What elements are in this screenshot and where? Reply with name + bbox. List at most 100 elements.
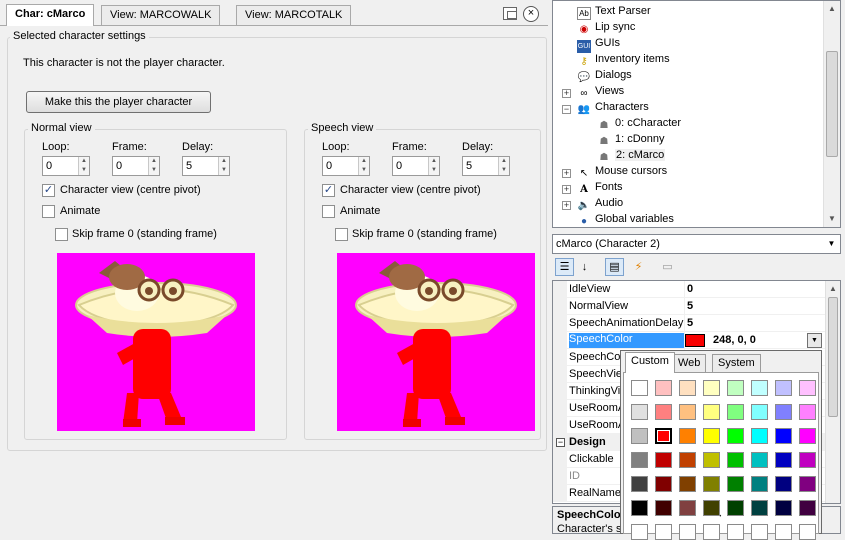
spin-down-icon[interactable]: ▼ (218, 166, 229, 175)
property-row-speechcolor[interactable]: SpeechColor 248, 0, 0 ▼ (553, 332, 825, 349)
make-player-character-button[interactable]: Make this the player character (26, 91, 211, 113)
properties-view-icon[interactable]: ▤ (605, 258, 624, 276)
spin-up-icon[interactable]: ▲ (218, 157, 229, 166)
property-value[interactable]: 5 (687, 300, 693, 312)
color-swatch[interactable] (751, 500, 768, 516)
expand-icon[interactable]: + (562, 201, 571, 210)
color-swatch[interactable] (775, 428, 792, 444)
color-swatch[interactable] (751, 428, 768, 444)
tree-item-views[interactable]: ∞ Views (577, 85, 624, 101)
color-swatch[interactable] (727, 428, 744, 444)
tree-item-text-parser[interactable]: Ab Text Parser (577, 5, 651, 21)
property-row-normalview[interactable]: NormalView 5 (553, 298, 825, 315)
property-value[interactable]: 0 (687, 283, 693, 295)
property-grid-scrollbar[interactable]: ▲ (825, 281, 840, 503)
speech-frame-stepper[interactable]: 0 ▲ ▼ (392, 156, 440, 176)
normal-centre-pivot-checkbox[interactable]: ✓ (42, 184, 55, 197)
speech-skip-frame-checkbox[interactable] (335, 228, 348, 241)
property-row-idleview[interactable]: IdleView 0 (553, 281, 825, 298)
color-swatch[interactable] (775, 452, 792, 468)
color-swatch[interactable] (703, 452, 720, 468)
color-swatch[interactable] (775, 476, 792, 492)
spin-up-icon[interactable]: ▲ (498, 157, 509, 166)
color-swatch[interactable] (751, 380, 768, 396)
color-swatch[interactable] (679, 500, 696, 516)
tree-item-cmarco[interactable]: ☗ 2: cMarco (597, 149, 666, 165)
spin-up-icon[interactable]: ▲ (148, 157, 159, 166)
color-swatch[interactable] (655, 476, 672, 492)
color-swatch[interactable] (751, 476, 768, 492)
alphabetical-sort-icon[interactable]: ↓ (575, 258, 594, 276)
object-selector-dropdown[interactable]: cMarco (Character 2) ▼ (552, 234, 841, 254)
spin-down-icon[interactable]: ▼ (78, 166, 89, 175)
color-swatch[interactable] (631, 476, 648, 492)
color-swatch[interactable] (655, 500, 672, 516)
normal-frame-stepper[interactable]: 0 ▲ ▼ (112, 156, 160, 176)
spin-down-icon[interactable]: ▼ (358, 166, 369, 175)
tab-view-marcowalk[interactable]: View: MARCOWALK (101, 5, 221, 25)
color-swatch[interactable] (799, 380, 816, 396)
color-swatch[interactable] (727, 500, 744, 516)
spin-down-icon[interactable]: ▼ (148, 166, 159, 175)
tree-item-cdonny[interactable]: ☗ 1: cDonny (597, 133, 665, 149)
color-swatch[interactable] (679, 452, 696, 468)
tree-item-characters[interactable]: 👥 Characters (577, 101, 649, 117)
tree-item-global-variables[interactable]: ● Global variables (577, 213, 674, 229)
tree-scroll-thumb[interactable] (826, 51, 838, 157)
tree-item-ccharacter[interactable]: ☗ 0: cCharacter (597, 117, 682, 133)
color-swatch[interactable] (799, 404, 816, 420)
color-swatch[interactable] (799, 500, 816, 516)
color-swatch[interactable] (631, 500, 648, 516)
speech-delay-stepper[interactable]: 5 ▲ ▼ (462, 156, 510, 176)
picker-tab-web[interactable]: Web (672, 354, 707, 372)
speech-animate-checkbox[interactable] (322, 205, 335, 218)
color-swatch[interactable] (631, 452, 648, 468)
color-swatch[interactable] (679, 380, 696, 396)
color-swatch[interactable] (751, 404, 768, 420)
collapse-icon[interactable]: − (556, 438, 565, 447)
close-icon[interactable]: × (523, 6, 539, 22)
color-swatch[interactable] (727, 404, 744, 420)
categorized-view-icon[interactable]: ☰ (555, 258, 574, 276)
color-swatch[interactable] (631, 404, 648, 420)
color-swatch[interactable] (655, 452, 672, 468)
float-window-icon[interactable] (503, 7, 517, 20)
color-swatch[interactable] (655, 380, 672, 396)
expand-icon[interactable]: + (562, 185, 571, 194)
property-scroll-thumb[interactable] (828, 297, 838, 417)
color-swatch[interactable] (799, 428, 816, 444)
color-swatch[interactable] (679, 428, 696, 444)
expand-icon[interactable]: + (562, 89, 571, 98)
property-row-speechanimationdelay[interactable]: SpeechAnimationDelay 5 (553, 315, 825, 332)
spin-up-icon[interactable]: ▲ (78, 157, 89, 166)
picker-tab-custom[interactable]: Custom (625, 352, 675, 373)
color-swatch[interactable] (703, 380, 720, 396)
speech-loop-stepper[interactable]: 0 ▲ ▼ (322, 156, 370, 176)
tree-item-lip-sync[interactable]: ◉ Lip sync (577, 21, 636, 37)
color-swatch[interactable] (703, 404, 720, 420)
tree-item-dialogs[interactable]: 💬 Dialogs (577, 69, 632, 85)
spin-up-icon[interactable]: ▲ (358, 157, 369, 166)
color-swatch[interactable] (727, 380, 744, 396)
spin-up-icon[interactable]: ▲ (428, 157, 439, 166)
normal-delay-stepper[interactable]: 5 ▲ ▼ (182, 156, 230, 176)
color-swatch[interactable] (799, 452, 816, 468)
color-swatch[interactable] (799, 524, 816, 540)
property-pages-icon[interactable]: ▭ (658, 258, 677, 276)
color-swatch[interactable] (751, 452, 768, 468)
scroll-up-icon[interactable]: ▲ (824, 1, 840, 17)
normal-animate-checkbox[interactable] (42, 205, 55, 218)
chevron-down-icon[interactable]: ▼ (807, 333, 822, 348)
tree-item-audio[interactable]: 🔈 Audio (577, 197, 623, 213)
color-swatch[interactable] (631, 524, 648, 540)
tree-item-inventory-items[interactable]: ⚷ Inventory items (577, 53, 669, 69)
color-swatch[interactable] (679, 524, 696, 540)
color-swatch[interactable] (703, 476, 720, 492)
events-lightning-icon[interactable]: ⚡ (629, 258, 648, 276)
expand-icon[interactable]: + (562, 169, 571, 178)
color-swatch[interactable] (655, 404, 672, 420)
scroll-up-icon[interactable]: ▲ (826, 281, 840, 297)
color-swatch[interactable] (631, 380, 648, 396)
color-swatch[interactable] (775, 404, 792, 420)
tree-scrollbar[interactable]: ▲ ▼ (823, 1, 840, 227)
